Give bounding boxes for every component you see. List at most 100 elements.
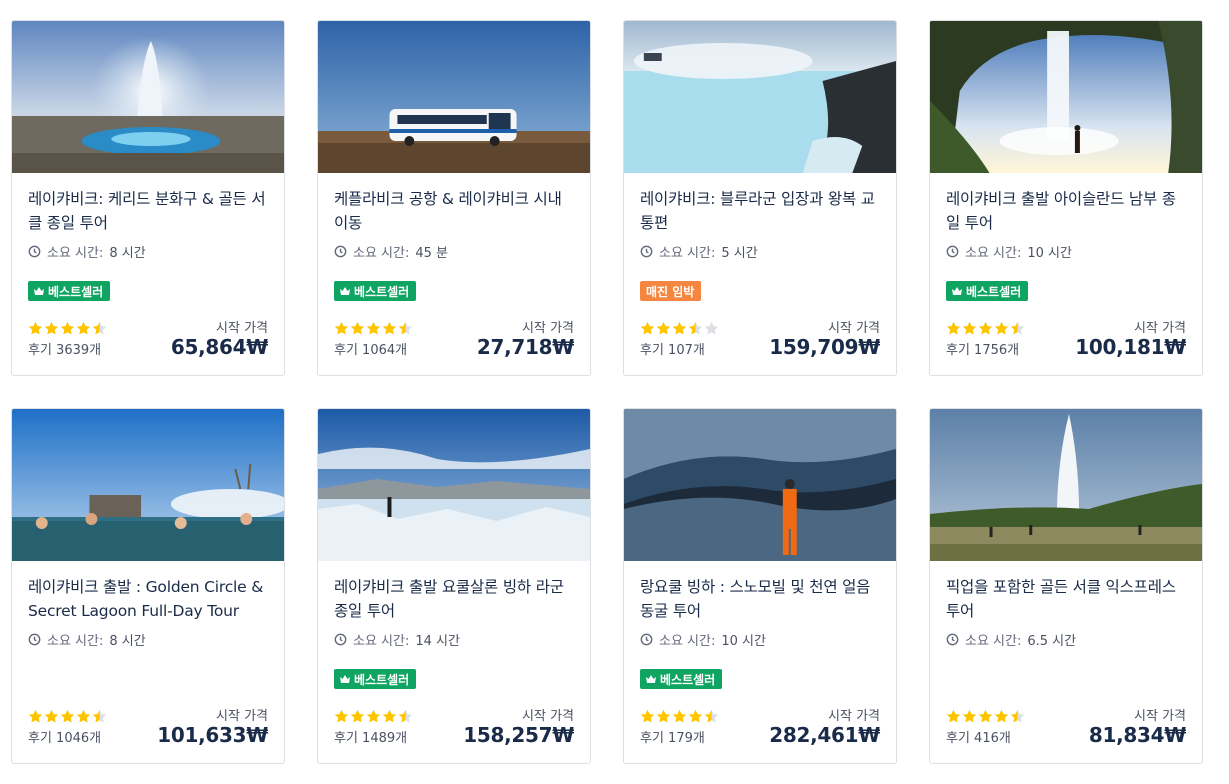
- star-icon: [994, 709, 1009, 723]
- bestseller-badge: 베스트셀러: [334, 669, 417, 689]
- price-from-label: 시작 가격: [1134, 709, 1186, 724]
- tour-title[interactable]: 랑요쿨 빙하 : 스노모빌 및 천연 얼음 동굴 투어: [640, 575, 880, 623]
- bestseller-badge: 베스트셀러: [640, 669, 723, 689]
- crown-icon: [952, 286, 962, 295]
- star-icon: [704, 709, 719, 723]
- star-icon: [60, 709, 75, 723]
- star-icon: [946, 709, 961, 723]
- star-icon: [656, 709, 671, 723]
- review-count: 후기 1046개: [28, 731, 102, 746]
- tour-card[interactable]: 랑요쿨 빙하 : 스노모빌 및 천연 얼음 동굴 투어 소요 시간: 10 시간…: [623, 408, 897, 764]
- tour-card[interactable]: 레이캬비크 출발 : Golden Circle & Secret Lagoon…: [11, 408, 285, 764]
- star-icon: [366, 321, 381, 335]
- review-count: 후기 3639개: [28, 343, 102, 358]
- star-icon: [994, 321, 1009, 335]
- price: 159,709₩: [769, 335, 880, 359]
- review-count: 후기 1756개: [946, 343, 1020, 358]
- duration-row: 소요 시간: 10 시간: [640, 630, 880, 649]
- badge-label: 베스트셀러: [660, 672, 716, 687]
- star-icon: [640, 321, 655, 335]
- tour-card[interactable]: 레이캬비크: 케리드 분화구 & 골든 서클 종일 투어 소요 시간: 8 시간…: [11, 20, 285, 376]
- tour-title[interactable]: 레이캬비크: 블루라군 입장과 왕복 교통편: [640, 187, 880, 235]
- price: 27,718₩: [476, 335, 574, 359]
- clock-icon: [946, 245, 959, 257]
- price-from-label: 시작 가격: [216, 321, 268, 336]
- star-icon: [366, 709, 381, 723]
- geyser-field-icon[interactable]: [930, 409, 1202, 561]
- tour-grid: 레이캬비크: 케리드 분화구 & 골든 서클 종일 투어 소요 시간: 8 시간…: [11, 20, 1203, 764]
- star-icon: [656, 321, 671, 335]
- duration-row: 소요 시간: 45 분: [334, 242, 574, 261]
- waterfall-icon[interactable]: [930, 21, 1202, 173]
- star-icon: [978, 321, 993, 335]
- star-icon: [60, 321, 75, 335]
- duration-label: 소요 시간:: [47, 633, 104, 649]
- star-icon: [382, 709, 397, 723]
- glacier-icon[interactable]: [318, 409, 590, 561]
- rating-stars: [28, 709, 107, 724]
- crown-icon: [646, 674, 656, 683]
- clock-icon: [28, 633, 41, 645]
- review-count: 후기 179개: [640, 731, 705, 746]
- rating-stars: [946, 321, 1025, 336]
- duration-label: 소요 시간:: [659, 245, 716, 261]
- crown-icon: [340, 674, 350, 683]
- price: 81,834₩: [1088, 723, 1186, 747]
- badge-label: 베스트셀러: [354, 672, 410, 687]
- duration-row: 소요 시간: 14 시간: [334, 630, 574, 649]
- price: 65,864₩: [170, 335, 268, 359]
- star-icon: [44, 709, 59, 723]
- tour-title[interactable]: 픽업을 포함한 골든 서클 익스프레스 투어: [946, 575, 1186, 623]
- clock-icon: [334, 245, 347, 257]
- star-icon: [334, 709, 349, 723]
- star-icon: [688, 321, 703, 335]
- tour-title[interactable]: 레이캬비크 출발 : Golden Circle & Secret Lagoon…: [28, 575, 268, 623]
- star-icon: [688, 709, 703, 723]
- bus-icon[interactable]: [318, 21, 590, 173]
- star-icon: [28, 709, 43, 723]
- tour-card[interactable]: 케플라비크 공항 & 레이캬비크 시내 이동 소요 시간: 45 분 베스트셀러…: [317, 20, 591, 376]
- duration-label: 소요 시간:: [659, 633, 716, 649]
- tour-card[interactable]: 레이캬비크 출발 아이슬란드 남부 종일 투어 소요 시간: 10 시간 베스트…: [929, 20, 1203, 376]
- duration-row: 소요 시간: 8 시간: [28, 630, 268, 649]
- lagoon-icon[interactable]: [624, 21, 896, 173]
- tour-card[interactable]: 레이캬비크 출발 요쿨살론 빙하 라군 종일 투어 소요 시간: 14 시간 베…: [317, 408, 591, 764]
- duration-row: 소요 시간: 6.5 시간: [946, 630, 1186, 649]
- star-icon: [962, 709, 977, 723]
- icecave-icon[interactable]: [624, 409, 896, 561]
- duration-value: 14 시간: [415, 633, 460, 649]
- tour-title[interactable]: 케플라비크 공항 & 레이캬비크 시내 이동: [334, 187, 574, 235]
- duration-label: 소요 시간:: [965, 245, 1022, 261]
- clock-icon: [640, 245, 653, 257]
- bestseller-badge: 베스트셀러: [946, 281, 1029, 301]
- clock-icon: [28, 245, 41, 257]
- tour-title[interactable]: 레이캬비크 출발 요쿨살론 빙하 라군 종일 투어: [334, 575, 574, 623]
- duration-row: 소요 시간: 10 시간: [946, 242, 1186, 261]
- review-count: 후기 416개: [946, 731, 1011, 746]
- duration-row: 소요 시간: 5 시간: [640, 242, 880, 261]
- price-from-label: 시작 가격: [1134, 321, 1186, 336]
- review-count: 후기 1489개: [334, 731, 408, 746]
- star-icon: [350, 321, 365, 335]
- tour-card[interactable]: 픽업을 포함한 골든 서클 익스프레스 투어 소요 시간: 6.5 시간 후기 …: [929, 408, 1203, 764]
- star-icon: [672, 321, 687, 335]
- tour-title[interactable]: 레이캬비크: 케리드 분화구 & 골든 서클 종일 투어: [28, 187, 268, 235]
- crown-icon: [340, 286, 350, 295]
- price-from-label: 시작 가격: [522, 709, 574, 724]
- duration-value: 5 시간: [721, 245, 758, 261]
- star-icon: [978, 709, 993, 723]
- star-icon: [382, 321, 397, 335]
- star-icon: [640, 709, 655, 723]
- duration-label: 소요 시간:: [965, 633, 1022, 649]
- duration-value: 10 시간: [1027, 245, 1072, 261]
- duration-value: 8 시간: [109, 245, 146, 261]
- geyser-icon[interactable]: [12, 21, 284, 173]
- hotspring-icon[interactable]: [12, 409, 284, 561]
- duration-row: 소요 시간: 8 시간: [28, 242, 268, 261]
- star-icon: [28, 321, 43, 335]
- rating-stars: [640, 709, 719, 724]
- tour-title[interactable]: 레이캬비크 출발 아이슬란드 남부 종일 투어: [946, 187, 1186, 235]
- rating-stars: [946, 709, 1025, 724]
- rating-stars: [640, 321, 719, 336]
- tour-card[interactable]: 레이캬비크: 블루라군 입장과 왕복 교통편 소요 시간: 5 시간 매진 임박…: [623, 20, 897, 376]
